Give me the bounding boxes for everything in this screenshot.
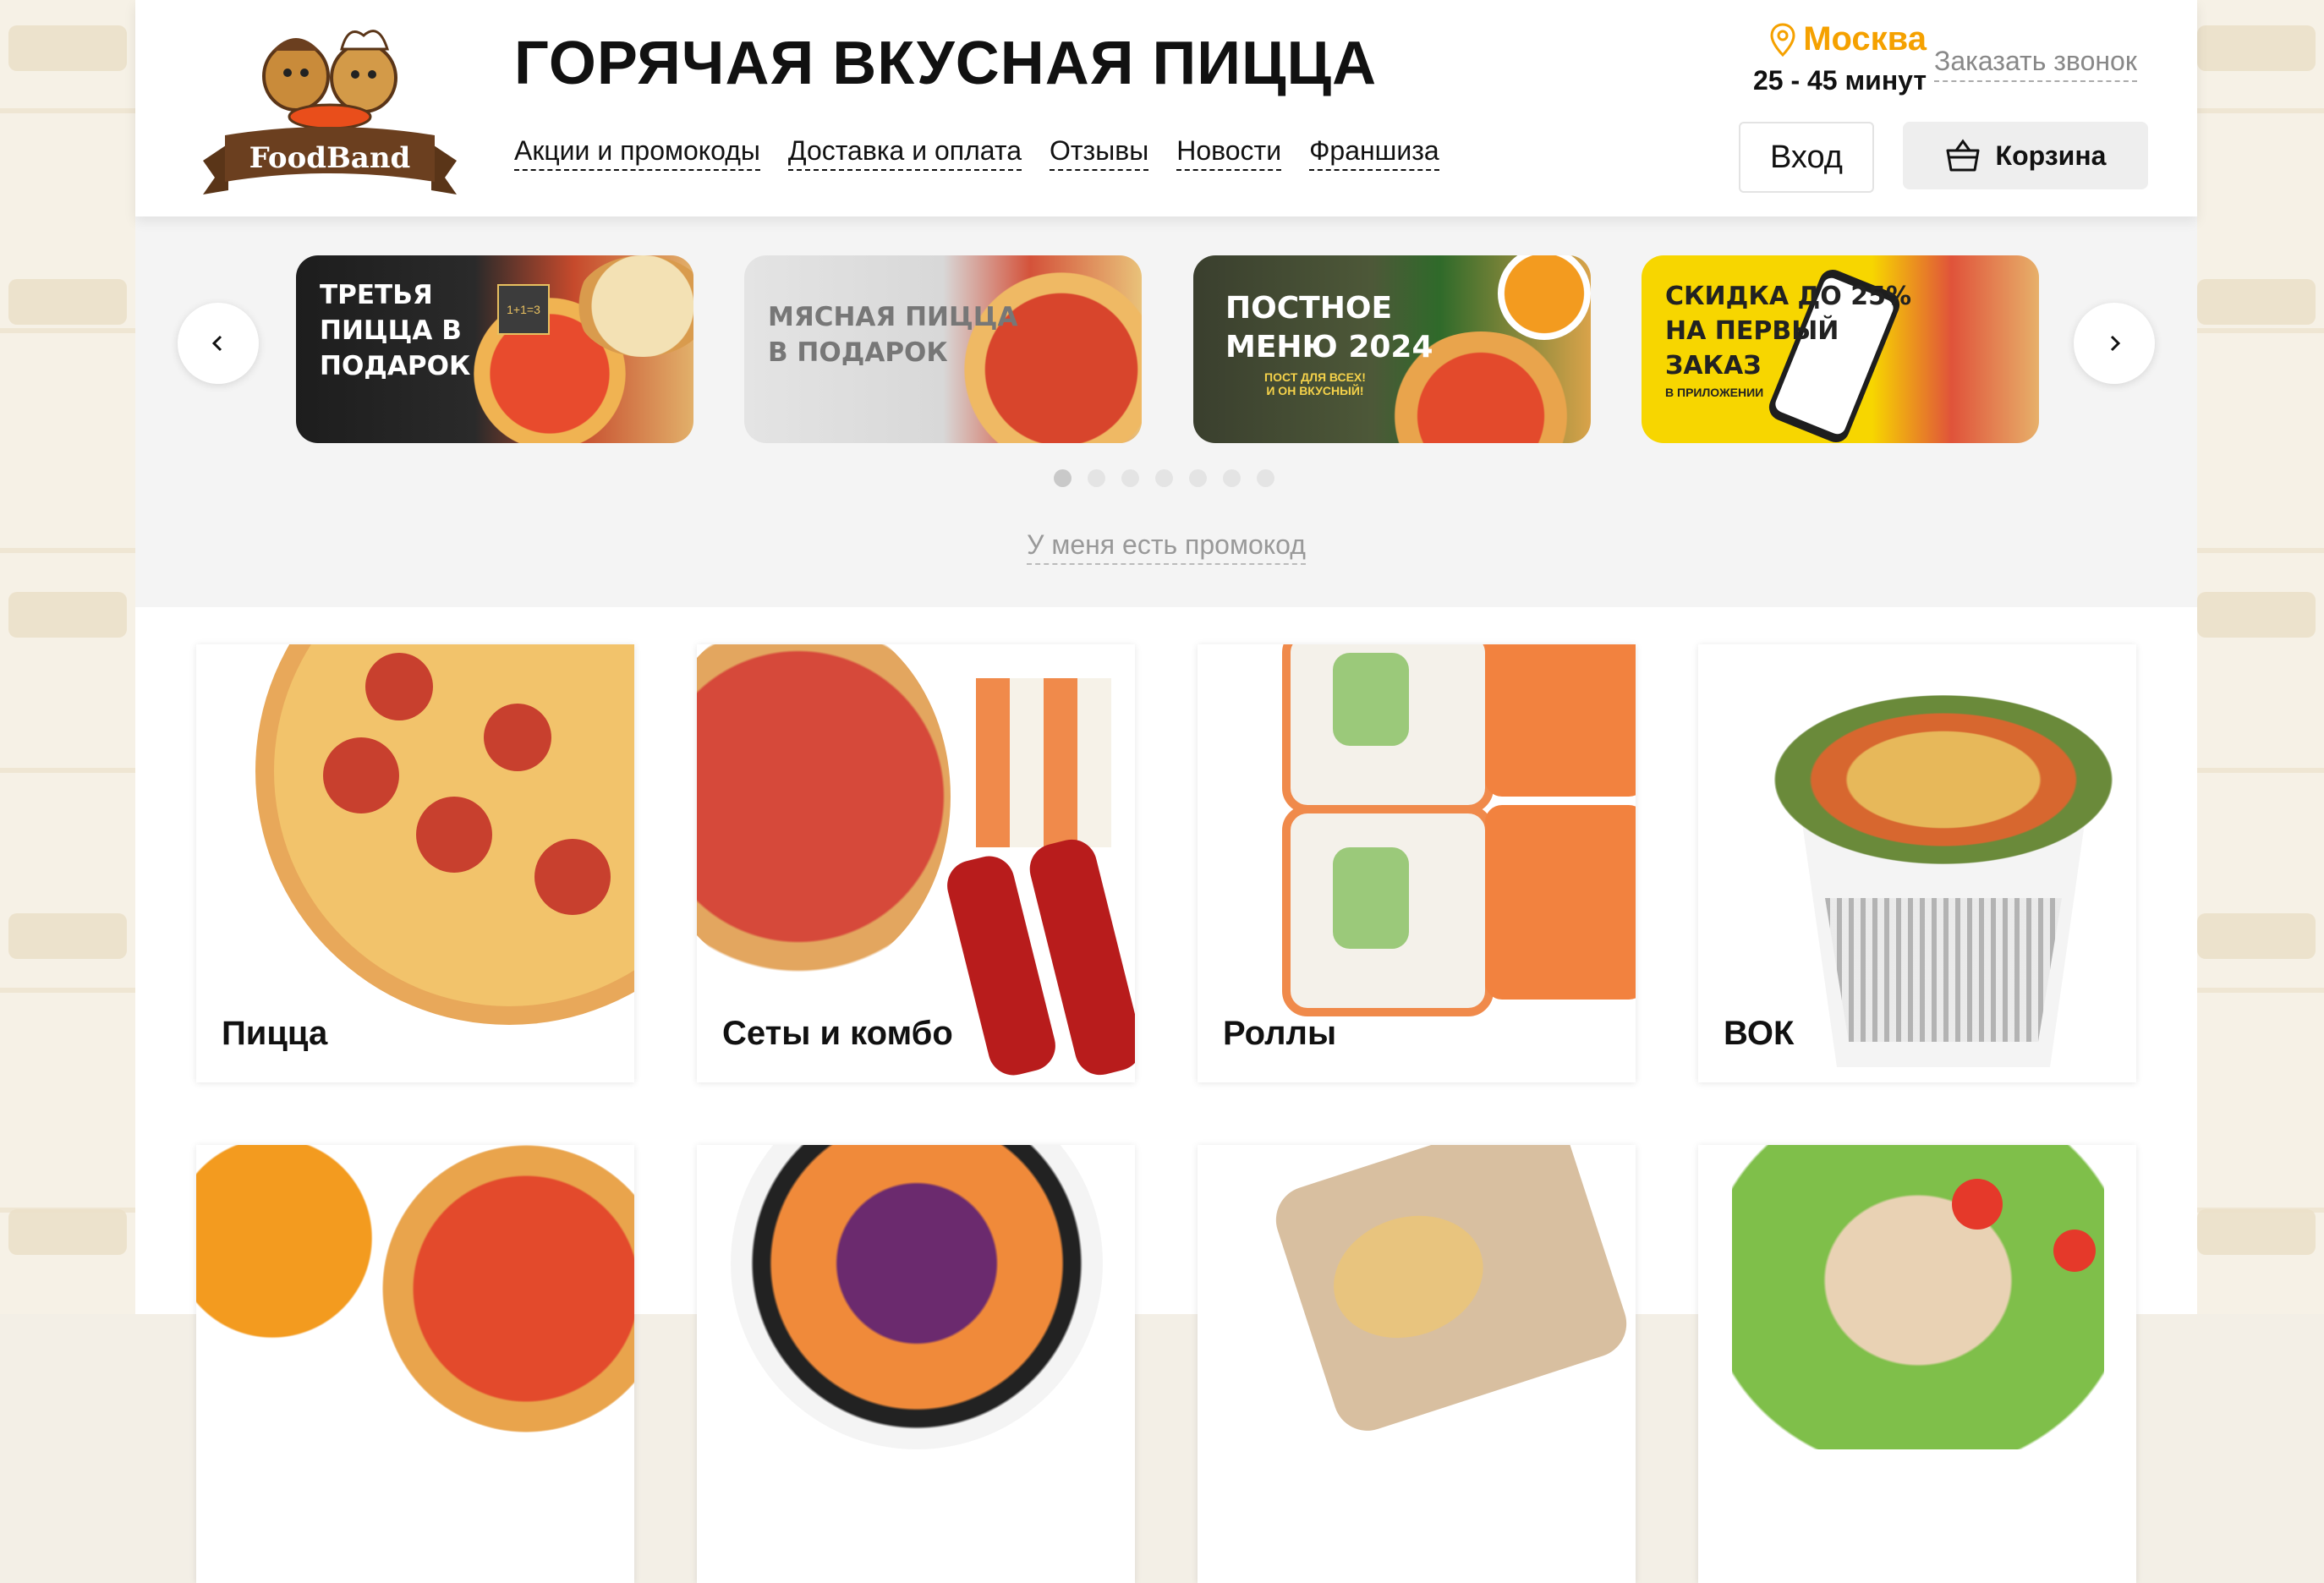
chevron-right-icon [2110,335,2121,352]
pattern-tag [8,25,127,71]
location-pin-icon [1770,22,1795,57]
main-nav: Акции и промокоды Доставка и оплата Отзы… [514,135,1439,171]
chevron-left-icon [211,335,222,352]
roll-image [1485,644,1636,797]
pattern-tag [2197,1209,2316,1255]
nav-delivery[interactable]: Доставка и оплата [787,135,1022,171]
promo-banner-3[interactable]: ПОСТНОЕ МЕНЮ 2024 ПОСТ ДЛЯ ВСЕХ! И ОН ВК… [1193,255,1591,443]
salad-image [1732,1145,2104,1449]
background-pattern-left [0,0,135,1314]
page: FoodBand ГОРЯЧАЯ ВКУСНАЯ ПИЦЦА Акции и п… [135,0,2197,1583]
city-block: Москва 25 - 45 минут [1720,20,1927,96]
promo-badge: 1+1=3 [497,284,550,335]
promo-code-row: У меня есть промокод [135,529,2197,565]
pizza-image [255,644,634,1025]
carousel-dot[interactable] [1223,469,1241,487]
nav-reviews[interactable]: Отзывы [1049,135,1149,171]
shawarma-image [1267,1145,1636,1440]
category-label: ВОК [1724,1015,1795,1052]
pizza-image [697,644,951,983]
promo-banner-2[interactable]: МЯСНАЯ ПИЦЦА В ПОДАРОК [744,255,1142,443]
page-headline: ГОРЯЧАЯ ВКУСНАЯ ПИЦЦА [514,30,1378,97]
banner-subtext: ПОСТ ДЛЯ ВСЕХ! И ОН ВКУСНЫЙ! [1264,370,1366,397]
category-label: Пицца [222,1015,328,1052]
promo-carousel: 1+1=3 ТРЕТЬЯ ПИЦЦА В ПОДАРОК МЯСНАЯ ПИЦЦ… [135,216,2197,607]
carousel-dot[interactable] [1155,469,1173,487]
city-name: Москва [1803,20,1927,58]
pattern-tag [2197,279,2316,325]
site-header: FoodBand ГОРЯЧАЯ ВКУСНАЯ ПИЦЦА Акции и п… [135,0,2197,216]
soup-image [196,1145,399,1365]
category-card-poke[interactable] [697,1145,1135,1583]
category-label: Сеты и комбо [722,1015,953,1052]
sushi-image [976,678,1111,847]
banner-text: ТРЕТЬЯ ПИЦЦА В ПОДАРОК [320,280,471,381]
pattern-tag [2197,25,2316,71]
nav-franchise[interactable]: Франшиза [1309,135,1439,171]
carousel-dot[interactable] [1189,469,1207,487]
pattern-tag [8,1209,127,1255]
category-card-wok[interactable]: ВОК [1698,644,2136,1082]
banner-text: МЯСНАЯ ПИЦЦА В ПОДАРОК [768,302,1018,368]
nav-promotions[interactable]: Акции и промокоды [514,135,760,171]
category-card-salads[interactable] [1698,1145,2136,1583]
login-button[interactable]: Вход [1739,122,1874,193]
pattern-tag [2197,913,2316,959]
category-card-lent[interactable] [196,1145,634,1583]
callback-link[interactable]: Заказать звонок [1934,46,2137,82]
carousel-dot[interactable] [1054,469,1072,487]
pattern-tag [8,279,127,325]
carousel-dot[interactable] [1121,469,1139,487]
noodles-image [1774,695,2113,864]
foodband-logo[interactable]: FoodBand [195,17,465,194]
pattern-tag [2197,592,2316,638]
category-card-shawarma[interactable] [1198,1145,1636,1583]
cart-button[interactable]: Корзина [1903,122,2148,189]
carousel-prev-button[interactable] [178,303,259,384]
pizza-image [382,1145,634,1432]
category-card-sets[interactable]: Сеты и комбо [697,644,1135,1082]
carousel-next-button[interactable] [2074,303,2155,384]
soup-image [1498,255,1591,340]
category-card-pizza[interactable]: Пицца [196,644,634,1082]
pattern-tag [8,592,127,638]
banner-subtext: В ПРИЛОЖЕНИИ [1665,386,1764,399]
cart-label: Корзина [1995,140,2107,171]
promo-banner-4[interactable]: СКИДКА ДО 25% НА ПЕРВЫЙ ЗАКАЗ В ПРИЛОЖЕН… [1642,255,2039,443]
category-card-rolls[interactable]: Роллы [1198,644,1636,1082]
carousel-dot[interactable] [1088,469,1105,487]
background-pattern-right [2189,0,2324,1314]
roll-image [1485,805,1636,1000]
city-selector[interactable]: Москва [1720,20,1927,58]
banner-text: ПОСТНОЕ МЕНЮ 2024 [1225,291,1433,364]
promo-banner-1[interactable]: 1+1=3 ТРЕТЬЯ ПИЦЦА В ПОДАРОК [296,255,693,443]
carousel-dots [1054,469,1274,487]
promo-code-link[interactable]: У меня есть промокод [1027,529,1306,565]
poke-bowl-image [731,1145,1103,1449]
carousel-dot[interactable] [1257,469,1274,487]
pattern-tag [8,913,127,959]
basket-icon [1946,139,1980,172]
delivery-time: 25 - 45 минут [1752,65,1927,96]
category-label: Роллы [1223,1015,1337,1052]
logo-text: FoodBand [249,141,411,175]
nav-news[interactable]: Новости [1176,135,1282,171]
banner-text: СКИДКА ДО 25% НА ПЕРВЫЙ ЗАКАЗ [1665,282,1912,381]
